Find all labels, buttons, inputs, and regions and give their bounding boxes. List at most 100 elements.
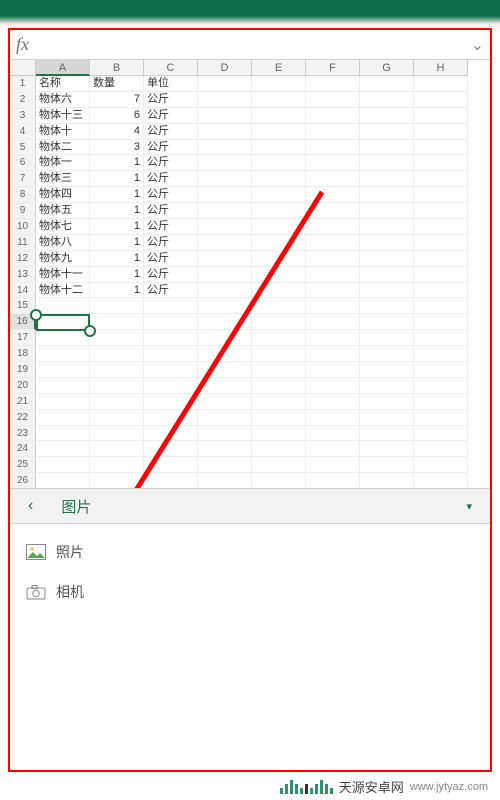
- cell-G1[interactable]: [360, 76, 414, 92]
- cell-F12[interactable]: [306, 251, 360, 267]
- cell-C8[interactable]: 公斤: [144, 187, 198, 203]
- cell-F22[interactable]: [306, 410, 360, 426]
- cell-B7[interactable]: 1: [90, 171, 144, 187]
- cell-G23[interactable]: [360, 426, 414, 442]
- cell-C7[interactable]: 公斤: [144, 171, 198, 187]
- cell-H9[interactable]: [414, 203, 468, 219]
- cell-D21[interactable]: [198, 394, 252, 410]
- cell-F26[interactable]: [306, 473, 360, 488]
- cell-A15[interactable]: [36, 298, 90, 314]
- cell-C4[interactable]: 公斤: [144, 124, 198, 140]
- row-header-2[interactable]: 2: [10, 92, 36, 108]
- cell-A9[interactable]: 物体五: [36, 203, 90, 219]
- cell-D12[interactable]: [198, 251, 252, 267]
- cell-G20[interactable]: [360, 378, 414, 394]
- row-header-9[interactable]: 9: [10, 203, 36, 219]
- cell-G11[interactable]: [360, 235, 414, 251]
- row-header-25[interactable]: 25: [10, 457, 36, 473]
- cell-A11[interactable]: 物体八: [36, 235, 90, 251]
- cell-H2[interactable]: [414, 92, 468, 108]
- cell-A17[interactable]: [36, 330, 90, 346]
- cell-E10[interactable]: [252, 219, 306, 235]
- cell-F18[interactable]: [306, 346, 360, 362]
- cell-F14[interactable]: [306, 283, 360, 299]
- cell-B23[interactable]: [90, 426, 144, 442]
- cell-C16[interactable]: [144, 314, 198, 330]
- cell-B8[interactable]: 1: [90, 187, 144, 203]
- row-header-26[interactable]: 26: [10, 473, 36, 488]
- cell-F25[interactable]: [306, 457, 360, 473]
- cell-G18[interactable]: [360, 346, 414, 362]
- cell-D11[interactable]: [198, 235, 252, 251]
- cell-E11[interactable]: [252, 235, 306, 251]
- cell-D25[interactable]: [198, 457, 252, 473]
- cell-D14[interactable]: [198, 283, 252, 299]
- cell-C1[interactable]: 单位: [144, 76, 198, 92]
- cell-D4[interactable]: [198, 124, 252, 140]
- cell-D26[interactable]: [198, 473, 252, 488]
- cell-G13[interactable]: [360, 267, 414, 283]
- cell-E15[interactable]: [252, 298, 306, 314]
- cell-D15[interactable]: [198, 298, 252, 314]
- cell-A8[interactable]: 物体四: [36, 187, 90, 203]
- cell-E25[interactable]: [252, 457, 306, 473]
- cell-A2[interactable]: 物体六: [36, 92, 90, 108]
- cell-B3[interactable]: 6: [90, 108, 144, 124]
- cell-A6[interactable]: 物体一: [36, 155, 90, 171]
- cell-G15[interactable]: [360, 298, 414, 314]
- cell-C21[interactable]: [144, 394, 198, 410]
- cell-D10[interactable]: [198, 219, 252, 235]
- cell-F9[interactable]: [306, 203, 360, 219]
- cell-E1[interactable]: [252, 76, 306, 92]
- cell-D16[interactable]: [198, 314, 252, 330]
- tab-label-pictures[interactable]: 图片: [61, 496, 91, 517]
- cell-G12[interactable]: [360, 251, 414, 267]
- cell-D7[interactable]: [198, 171, 252, 187]
- cell-E8[interactable]: [252, 187, 306, 203]
- cell-H4[interactable]: [414, 124, 468, 140]
- row-header-21[interactable]: 21: [10, 394, 36, 410]
- cell-E14[interactable]: [252, 283, 306, 299]
- cell-A3[interactable]: 物体十三: [36, 108, 90, 124]
- cell-F19[interactable]: [306, 362, 360, 378]
- cell-H21[interactable]: [414, 394, 468, 410]
- cell-A5[interactable]: 物体二: [36, 140, 90, 156]
- cell-B24[interactable]: [90, 441, 144, 457]
- cell-G9[interactable]: [360, 203, 414, 219]
- cell-D19[interactable]: [198, 362, 252, 378]
- cell-H6[interactable]: [414, 155, 468, 171]
- cell-G7[interactable]: [360, 171, 414, 187]
- cell-F20[interactable]: [306, 378, 360, 394]
- cell-B13[interactable]: 1: [90, 267, 144, 283]
- cell-C15[interactable]: [144, 298, 198, 314]
- cell-G2[interactable]: [360, 92, 414, 108]
- cell-G3[interactable]: [360, 108, 414, 124]
- cell-H17[interactable]: [414, 330, 468, 346]
- cell-H10[interactable]: [414, 219, 468, 235]
- cell-F15[interactable]: [306, 298, 360, 314]
- cell-F21[interactable]: [306, 394, 360, 410]
- row-header-10[interactable]: 10: [10, 219, 36, 235]
- cell-G14[interactable]: [360, 283, 414, 299]
- row-header-4[interactable]: 4: [10, 124, 36, 140]
- column-header-F[interactable]: F: [306, 60, 360, 76]
- spreadsheet[interactable]: ABCDEFGH 1234567891011121314151617181920…: [10, 60, 490, 488]
- cell-A14[interactable]: 物体十二: [36, 283, 90, 299]
- cell-C26[interactable]: [144, 473, 198, 488]
- cell-H3[interactable]: [414, 108, 468, 124]
- cell-A26[interactable]: [36, 473, 90, 488]
- cell-A12[interactable]: 物体九: [36, 251, 90, 267]
- column-header-A[interactable]: A: [36, 60, 90, 76]
- row-header-20[interactable]: 20: [10, 378, 36, 394]
- row-header-8[interactable]: 8: [10, 187, 36, 203]
- cell-D17[interactable]: [198, 330, 252, 346]
- cell-G16[interactable]: [360, 314, 414, 330]
- cell-C9[interactable]: 公斤: [144, 203, 198, 219]
- cell-H11[interactable]: [414, 235, 468, 251]
- column-header-G[interactable]: G: [360, 60, 414, 76]
- row-header-17[interactable]: 17: [10, 330, 36, 346]
- cell-D20[interactable]: [198, 378, 252, 394]
- cell-F17[interactable]: [306, 330, 360, 346]
- cell-D9[interactable]: [198, 203, 252, 219]
- cell-C3[interactable]: 公斤: [144, 108, 198, 124]
